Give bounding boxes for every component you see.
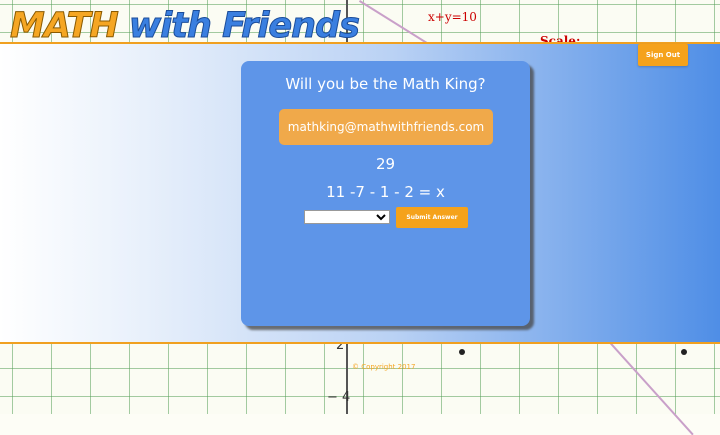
- answer-select[interactable]: [304, 210, 390, 224]
- graph-equation-label: x+y=10: [428, 10, 477, 24]
- copyright-footer: © Copyright 2017: [352, 363, 416, 371]
- score-number: 29: [375, 155, 396, 173]
- logo-word-math: MATH: [10, 6, 120, 47]
- logo-word-with-friends: with Friends: [128, 6, 360, 47]
- y-tick-label: − 4: [327, 390, 351, 405]
- submit-answer-button[interactable]: Submit Answer: [396, 207, 468, 228]
- math-problem: 11 -7 - 1 - 2 = x: [326, 183, 445, 201]
- graph-point: [459, 349, 465, 355]
- sign-out-button[interactable]: Sign Out: [638, 44, 688, 66]
- graph-point: [681, 349, 687, 355]
- site-logo[interactable]: MATH with Friends: [10, 6, 361, 47]
- user-email-badge: mathking@mathwithfriends.com: [279, 109, 493, 145]
- quiz-card: Will you be the Math King? mathking@math…: [241, 61, 530, 326]
- card-title: Will you be the Math King?: [285, 75, 486, 93]
